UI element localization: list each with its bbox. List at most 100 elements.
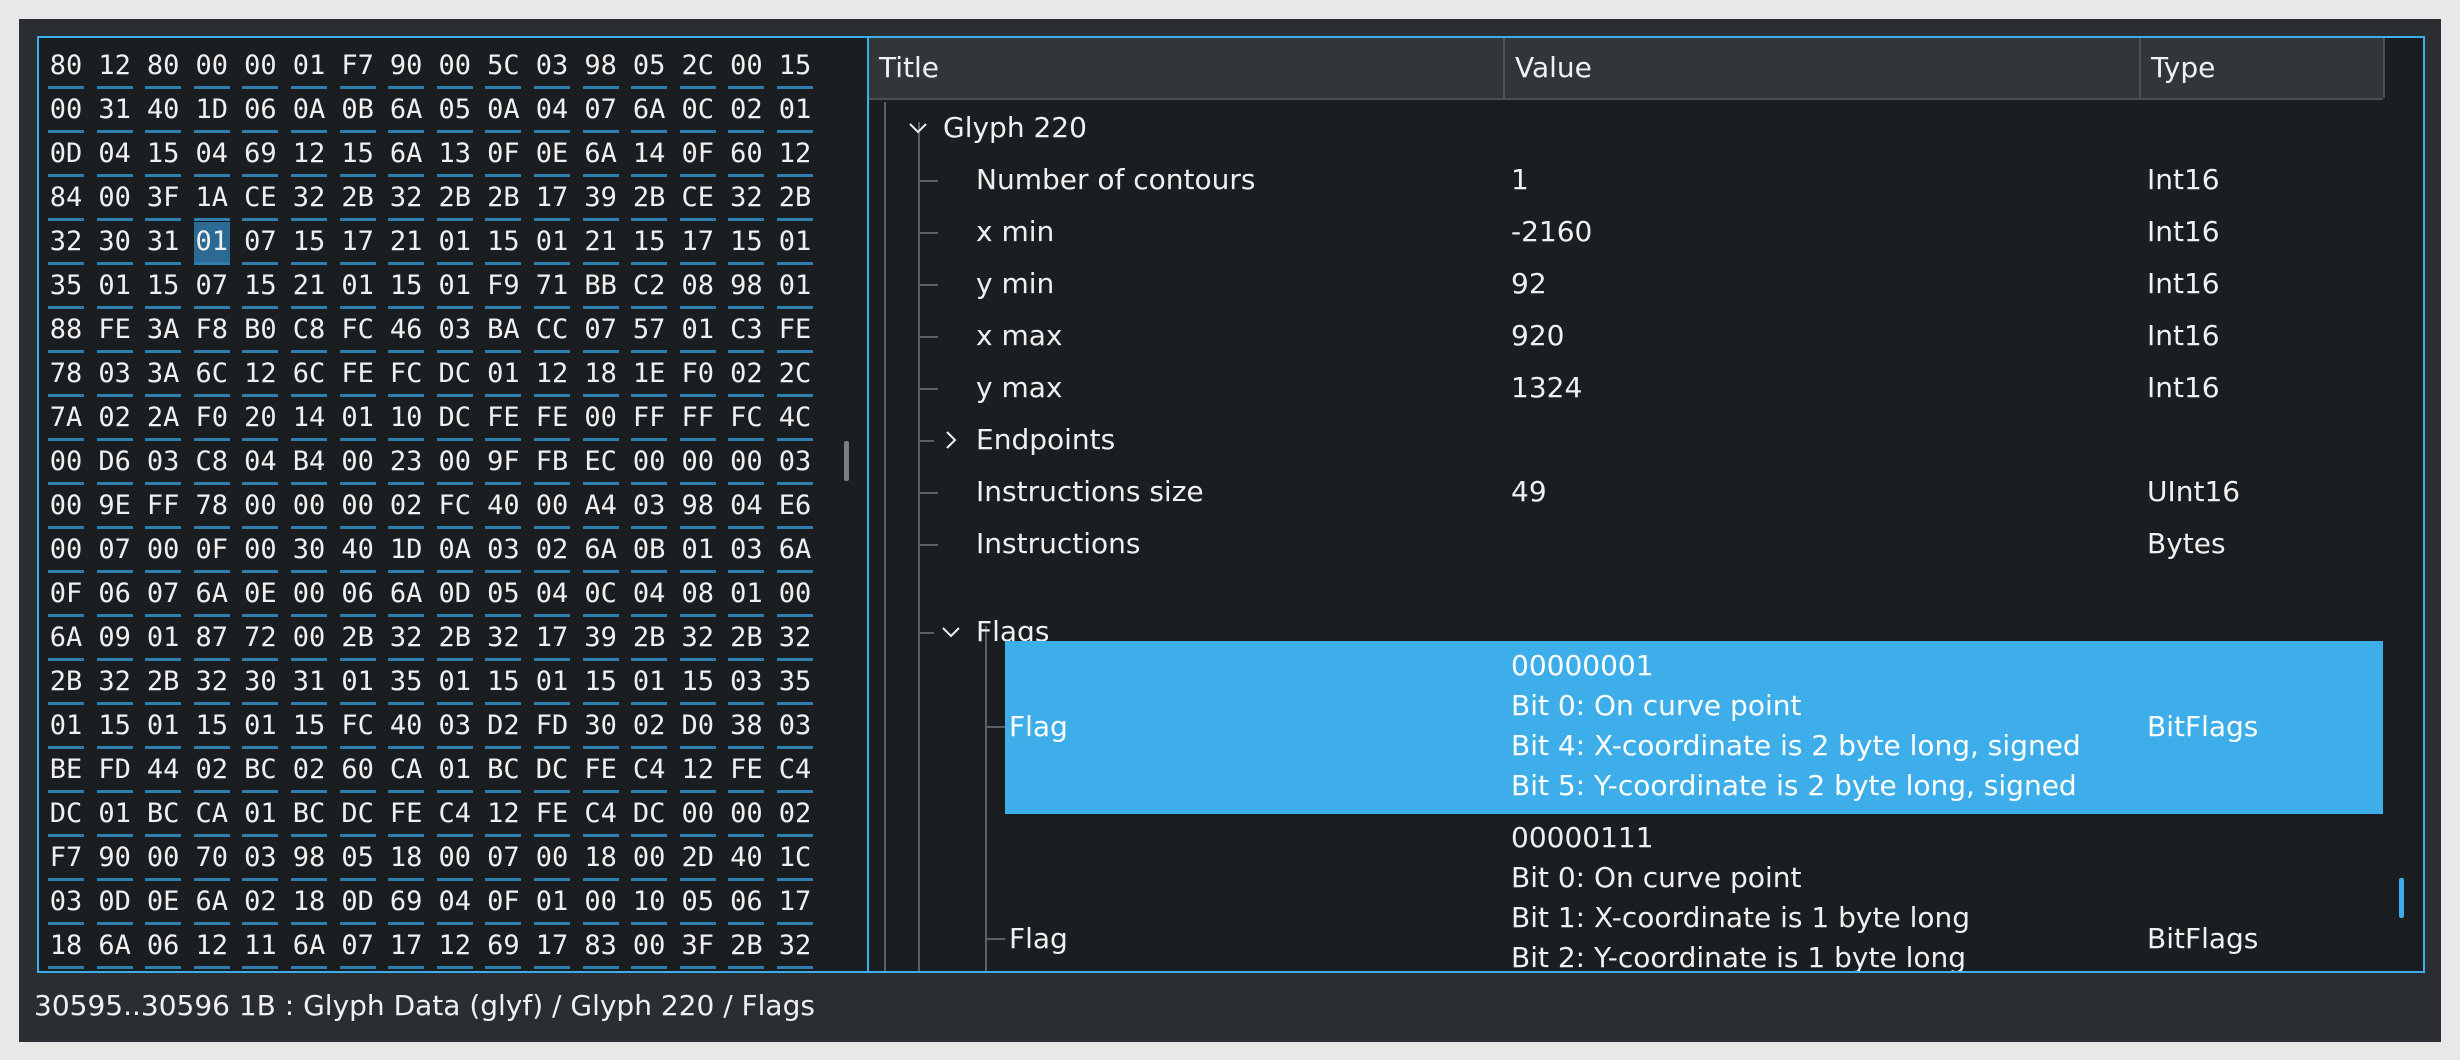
hex-byte[interactable]: 04 xyxy=(96,134,133,177)
hex-byte[interactable]: 00 xyxy=(582,398,619,441)
tree-row[interactable]: Endpoints xyxy=(869,414,2383,466)
hex-byte[interactable]: 02 xyxy=(728,354,765,397)
hex-byte[interactable]: DC xyxy=(534,750,570,793)
hex-byte[interactable]: 00 xyxy=(631,926,668,969)
hex-byte[interactable]: BC xyxy=(145,794,182,837)
hex-byte[interactable]: 06 xyxy=(242,90,279,133)
hex-byte[interactable]: 31 xyxy=(145,222,182,265)
hex-byte[interactable]: 0F xyxy=(485,882,522,925)
hex-byte[interactable]: 02 xyxy=(291,750,327,793)
hex-byte[interactable]: 98 xyxy=(728,266,765,309)
hex-byte[interactable]: 15 xyxy=(242,266,279,309)
hex-byte[interactable]: 00 xyxy=(48,486,84,529)
hex-byte[interactable]: 01 xyxy=(339,398,376,441)
hex-byte[interactable]: 18 xyxy=(582,838,619,881)
hex-byte[interactable]: 15 xyxy=(291,706,327,749)
hex-byte[interactable]: 12 xyxy=(96,46,133,89)
hex-byte[interactable]: F0 xyxy=(679,354,716,397)
hex-byte[interactable]: 0C xyxy=(582,574,619,617)
hex-byte[interactable]: 2B xyxy=(631,178,668,221)
hex-byte[interactable]: 02 xyxy=(728,90,765,133)
hex-byte[interactable]: 1C xyxy=(777,838,813,881)
hex-byte[interactable]: 01 xyxy=(679,530,716,573)
hex-byte[interactable]: 15 xyxy=(679,662,716,705)
hex-byte[interactable]: FE xyxy=(339,354,376,397)
hex-byte[interactable]: 06 xyxy=(728,882,765,925)
hex-byte[interactable]: D6 xyxy=(96,442,133,485)
tree-row[interactable]: y min 92 Int16 xyxy=(869,258,2383,310)
hex-byte[interactable]: 05 xyxy=(339,838,376,881)
hex-byte[interactable]: 02 xyxy=(193,750,230,793)
hex-byte[interactable]: 2B xyxy=(339,618,376,661)
hex-byte[interactable]: 32 xyxy=(48,222,84,265)
hex-byte[interactable]: 2B xyxy=(728,618,765,661)
hex-byte[interactable]: CA xyxy=(388,750,425,793)
hex-byte[interactable]: 20 xyxy=(242,398,279,441)
hex-byte[interactable]: 04 xyxy=(631,574,668,617)
hex-byte[interactable]: 07 xyxy=(96,530,133,573)
chevron-right-icon[interactable] xyxy=(937,426,965,454)
hex-byte[interactable]: 06 xyxy=(339,574,376,617)
hex-byte[interactable]: DC xyxy=(631,794,668,837)
hex-byte[interactable]: 7A xyxy=(48,398,84,441)
hex-byte[interactable]: 07 xyxy=(485,838,522,881)
chevron-down-icon[interactable] xyxy=(937,618,965,646)
hex-byte[interactable]: 00 xyxy=(193,46,230,89)
hex-byte[interactable]: D2 xyxy=(485,706,522,749)
hex-byte[interactable]: 21 xyxy=(291,266,327,309)
hex-byte[interactable]: 44 xyxy=(145,750,182,793)
hex-byte[interactable]: C4 xyxy=(436,794,473,837)
hex-byte[interactable]: 00 xyxy=(242,530,279,573)
hex-byte[interactable]: 00 xyxy=(291,574,327,617)
hex-byte[interactable]: 35 xyxy=(388,662,425,705)
hex-byte[interactable]: FE xyxy=(96,310,133,353)
hex-byte[interactable]: 15 xyxy=(145,266,182,309)
hex-byte[interactable]: 08 xyxy=(679,266,716,309)
hex-byte[interactable]: 01 xyxy=(777,90,813,133)
hex-byte[interactable]: 00 xyxy=(679,442,716,485)
hex-byte[interactable]: 30 xyxy=(242,662,279,705)
hex-byte[interactable]: 31 xyxy=(291,662,327,705)
hex-byte[interactable]: 02 xyxy=(631,706,668,749)
hex-byte[interactable]: 17 xyxy=(777,882,813,925)
hex-byte[interactable]: 6A xyxy=(777,530,813,573)
hex-byte[interactable]: 39 xyxy=(582,618,619,661)
hex-byte[interactable]: 00 xyxy=(96,178,133,221)
hex-byte[interactable]: BB xyxy=(582,266,619,309)
hex-byte[interactable]: 1A xyxy=(193,178,230,221)
hex-byte[interactable]: DC xyxy=(436,354,473,397)
hex-byte[interactable]: 12 xyxy=(777,134,813,177)
hex-byte[interactable]: 1E xyxy=(631,354,668,397)
tree-row-glyph[interactable]: Glyph 220 xyxy=(869,102,2383,154)
hex-byte[interactable]: 32 xyxy=(679,618,716,661)
hex-byte[interactable]: FE xyxy=(534,794,570,837)
hex-byte[interactable]: C4 xyxy=(631,750,668,793)
tree-row[interactable]: Number of contours 1 Int16 xyxy=(869,154,2383,206)
hex-byte[interactable]: 12 xyxy=(436,926,473,969)
hex-byte[interactable]: 08 xyxy=(679,574,716,617)
hex-byte[interactable]: 78 xyxy=(193,486,230,529)
hex-byte[interactable]: 6C xyxy=(291,354,327,397)
hex-byte[interactable]: 12 xyxy=(485,794,522,837)
hex-byte[interactable]: 32 xyxy=(777,618,813,661)
hex-byte[interactable]: 0C xyxy=(679,90,716,133)
hex-byte[interactable]: FE xyxy=(777,310,813,353)
hex-byte[interactable]: 00 xyxy=(339,486,376,529)
hex-byte[interactable]: 04 xyxy=(728,486,765,529)
hex-byte[interactable]: BA xyxy=(485,310,522,353)
hex-byte[interactable]: C8 xyxy=(193,442,230,485)
hex-byte[interactable]: 00 xyxy=(534,838,570,881)
hex-byte[interactable]: D0 xyxy=(679,706,716,749)
hex-byte[interactable]: 6A xyxy=(48,618,84,661)
hex-byte[interactable]: 00 xyxy=(582,882,619,925)
hex-byte[interactable]: 03 xyxy=(631,486,668,529)
hex-byte[interactable]: 03 xyxy=(48,882,84,925)
hex-byte[interactable]: 84 xyxy=(48,178,84,221)
hex-byte[interactable]: 9E xyxy=(96,486,133,529)
hex-byte[interactable]: 00 xyxy=(339,442,376,485)
hex-byte[interactable]: 40 xyxy=(145,90,182,133)
hex-byte[interactable]: 00 xyxy=(242,486,279,529)
hex-byte[interactable]: 2B xyxy=(145,662,182,705)
hex-byte[interactable]: 17 xyxy=(534,926,570,969)
hex-byte[interactable]: 2C xyxy=(777,354,813,397)
